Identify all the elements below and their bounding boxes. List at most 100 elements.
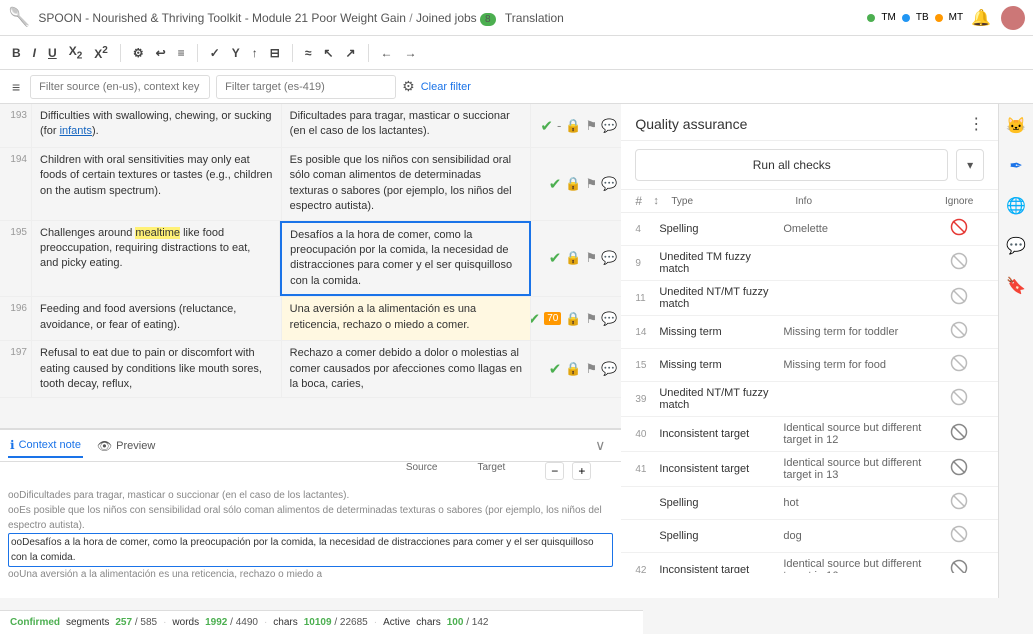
lock-icon[interactable]: 🔒 (565, 311, 581, 327)
table-row: 193 Difficulties with swallowing, chewin… (0, 104, 621, 148)
ignore-btn[interactable] (950, 458, 968, 480)
segment-target[interactable]: Rechazo a comer debido a dolor o molesti… (282, 341, 532, 397)
lock-icon[interactable]: 🔒 (565, 250, 581, 266)
comment-icon[interactable]: 💬 (601, 361, 617, 377)
plus-btn[interactable]: + (572, 462, 591, 480)
tag-btn[interactable]: ≈ (301, 44, 316, 62)
qa-row: 42 Inconsistent target Identical source … (621, 553, 998, 573)
clear-filter-btn[interactable]: Clear filter (421, 81, 471, 93)
arrow-left-btn[interactable]: ↖ (319, 44, 337, 62)
qa-row-ignore[interactable] (934, 423, 984, 445)
flag-icon[interactable]: ⚑ (586, 118, 598, 134)
comment-icon[interactable]: 💬 (601, 118, 617, 134)
segment-target[interactable]: Dificultades para tragar, masticar o suc… (282, 104, 532, 147)
segment-actions: ✔ 🔒 ⚑ 💬 (531, 221, 621, 297)
qa-row-type: Missing term (659, 326, 779, 338)
bold-btn[interactable]: B (8, 44, 25, 62)
qa-row-ignore[interactable] (934, 218, 984, 240)
segment-number: 194 (0, 148, 32, 220)
back-btn[interactable]: ← (377, 44, 397, 62)
filter-options-btn[interactable]: ⚙ (402, 78, 415, 95)
preview-icon: 👁 (97, 439, 112, 453)
bookmark-icon-btn[interactable]: 🔖 (1002, 272, 1030, 300)
qa-title: Quality assurance (635, 116, 747, 132)
ignore-btn[interactable] (950, 525, 968, 547)
qa-row-num: 9 (635, 258, 655, 269)
qa-row-ignore[interactable] (934, 252, 984, 274)
segment-target[interactable]: Una aversión a la alimentación es una re… (282, 297, 532, 340)
cat-icon-btn[interactable]: 🐱 (1002, 112, 1030, 140)
qa-row-ignore[interactable] (934, 388, 984, 410)
toolbar-sep-3 (292, 44, 293, 62)
comment-icon[interactable]: 💬 (601, 250, 617, 266)
subscript-btn[interactable]: X2 (65, 42, 87, 63)
confirm-btn[interactable]: ✓ (206, 44, 224, 62)
lock-icon2[interactable]: 🔒 (565, 118, 581, 134)
minus-btn[interactable]: − (545, 462, 564, 480)
italic-btn[interactable]: I (29, 44, 40, 62)
ignore-btn[interactable] (950, 423, 968, 445)
minus-btn[interactable]: ⊟ (266, 44, 284, 62)
tab-context-note[interactable]: ℹ Context note (8, 434, 83, 458)
flag-icon[interactable]: ⚑ (586, 361, 598, 377)
comment-icon-btn[interactable]: 💬 (1002, 232, 1030, 260)
qa-row: 9 Unedited TM fuzzy match (621, 246, 998, 281)
ignore-btn[interactable] (950, 388, 968, 410)
ignore-btn[interactable] (950, 492, 968, 514)
table-row: 197 Refusal to eat due to pain or discom… (0, 341, 621, 398)
tab-preview[interactable]: 👁 Preview (95, 435, 157, 457)
ignore-btn[interactable] (950, 354, 968, 376)
top-bar-icons[interactable]: 🔔 (971, 6, 1025, 30)
qa-menu-btn[interactable]: ⋮ (968, 114, 984, 134)
superscript-btn[interactable]: X2 (90, 43, 112, 63)
segment-target-active[interactable]: Desafíos a la hora de comer, como la pre… (280, 221, 531, 297)
hl-mealtime: mealtime (135, 227, 180, 239)
qa-row-ignore[interactable] (934, 559, 984, 573)
y-btn[interactable]: Y (228, 44, 244, 62)
lock-icon[interactable]: 🔒 (565, 361, 581, 377)
table-row: 194 Children with oral sensitivities may… (0, 148, 621, 221)
status-check: ✔ (549, 175, 562, 193)
globe-icon-btn[interactable]: 🌐 (1002, 192, 1030, 220)
flag-icon[interactable]: ⚑ (586, 311, 598, 327)
notifications-btn[interactable]: 🔔 (971, 8, 991, 28)
avatar[interactable] (1001, 6, 1025, 30)
arrow-right-btn[interactable]: ↗ (341, 44, 359, 62)
qa-run-dropdown[interactable]: ▾ (956, 149, 984, 181)
qa-row-ignore[interactable] (934, 492, 984, 514)
ignore-btn[interactable] (950, 559, 968, 573)
ignore-btn[interactable] (950, 252, 968, 274)
ignore-btn[interactable] (950, 321, 968, 343)
ignore-btn[interactable] (950, 218, 968, 240)
qa-row-ignore[interactable] (934, 525, 984, 547)
qa-row-ignore[interactable] (934, 287, 984, 309)
underline-btn[interactable]: U (44, 44, 61, 62)
flag-icon[interactable]: ⚑ (586, 176, 598, 192)
qa-row-type: Spelling (659, 530, 779, 542)
lock-icon[interactable]: 🔒 (565, 176, 581, 192)
forward-btn[interactable]: → (401, 44, 421, 62)
chars-count: 10109 / 22685 (304, 617, 368, 628)
qa-row-ignore[interactable] (934, 354, 984, 376)
lock-icon[interactable]: - (557, 118, 561, 133)
ignore-btn[interactable] (950, 287, 968, 309)
settings-btn[interactable]: ⚙ (129, 44, 148, 62)
qa-row-ignore[interactable] (934, 458, 984, 480)
source-filter-input[interactable] (30, 75, 210, 99)
pen-icon-btn[interactable]: ✒ (1005, 152, 1026, 180)
qa-run-btn[interactable]: Run all checks (635, 149, 948, 181)
comment-icon[interactable]: 💬 (601, 311, 617, 327)
comment-icon[interactable]: 💬 (601, 176, 617, 192)
up-btn[interactable]: ↑ (248, 44, 262, 62)
table-row: 196 Feeding and food aversions (reluctan… (0, 297, 621, 341)
bottom-panel-close[interactable]: ∨ (587, 437, 613, 454)
flag-icon[interactable]: ⚑ (586, 250, 598, 266)
qa-row-ignore[interactable] (934, 321, 984, 343)
segment-target[interactable]: Es posible que los niños con sensibilida… (282, 148, 532, 220)
filter-toggle-btn[interactable]: ≡ (8, 77, 24, 97)
undo-btn[interactable]: ↩ (152, 44, 170, 62)
segment-actions: ✔ 🔒 ⚑ 💬 (531, 148, 621, 220)
target-filter-input[interactable] (216, 75, 396, 99)
list-btn[interactable]: ≡ (174, 44, 189, 62)
filter-bar: ≡ ⚙ Clear filter (0, 70, 1033, 104)
